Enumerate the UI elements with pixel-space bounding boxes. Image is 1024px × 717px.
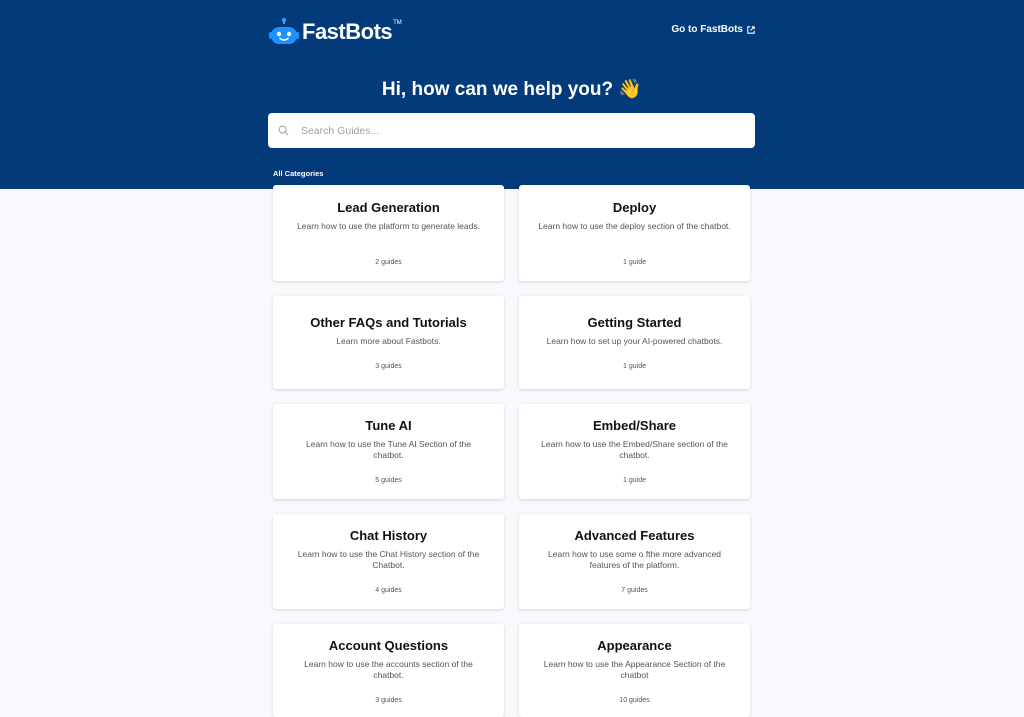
search-icon [278, 125, 289, 136]
category-card-deploy[interactable]: Deploy Learn how to use the deploy secti… [519, 185, 750, 281]
category-card-other-faqs[interactable]: Other FAQs and Tutorials Learn more abou… [273, 296, 504, 389]
category-title: Tune AI [365, 418, 412, 433]
category-title: Appearance [597, 638, 672, 653]
page-headline: Hi, how can we help you? 👋 [381, 79, 643, 100]
category-guide-count: 5 guides [375, 477, 402, 484]
category-title: Advanced Features [574, 528, 695, 543]
category-guide-count: 1 guide [623, 259, 646, 266]
category-card-embed-share[interactable]: Embed/Share Learn how to use the Embed/S… [519, 404, 750, 499]
category-title: Account Questions [328, 638, 449, 653]
category-guide-count: 10 guides [619, 697, 650, 704]
category-title: Other FAQs and Tutorials [310, 315, 467, 330]
trademark-mark: TM [393, 20, 402, 26]
category-description: Learn how to use the Tune AI Section of … [306, 439, 471, 460]
category-card-tune-ai[interactable]: Tune AI Learn how to use the Tune AI Sec… [273, 404, 504, 499]
logo-text-bots: Bots [345, 19, 393, 44]
category-title: Deploy [612, 200, 657, 215]
category-description: Learn how to use the Chat History sectio… [297, 549, 480, 570]
category-card-account-questions[interactable]: Account Questions Learn how to use the a… [273, 624, 504, 717]
robot-logo-icon [269, 18, 299, 44]
category-card-lead-generation[interactable]: Lead Generation Learn how to use the pla… [273, 185, 504, 281]
category-card-chat-history[interactable]: Chat History Learn how to use the Chat H… [273, 514, 504, 609]
category-description: Learn how to use some o fthe more advanc… [548, 549, 721, 570]
category-description: Learn how to use the accounts section of… [304, 659, 473, 680]
category-description: Learn more about Fastbots. [336, 336, 441, 346]
logo-text-fast: Fast [302, 19, 346, 44]
category-guide-count: 4 guides [375, 587, 402, 594]
category-description: Learn how to set up your AI-powered chat… [546, 336, 723, 346]
category-guide-count: 1 guide [623, 477, 646, 484]
category-title: Getting Started [587, 315, 682, 330]
search-input[interactable] [299, 123, 743, 138]
logo-text: FastBots [302, 19, 393, 45]
category-guide-count: 3 guides [375, 697, 402, 704]
go-to-fastbots-link[interactable]: Go to FastBots [671, 24, 755, 35]
category-description: Learn how to use the deploy section of t… [538, 221, 731, 231]
category-description: Learn how to use the Appearance Section … [543, 659, 726, 680]
category-title: Lead Generation [337, 200, 440, 215]
category-guide-count: 2 guides [375, 259, 402, 266]
header-banner: FastBots TM Go to FastBots Hi, how can w… [0, 0, 1024, 189]
category-guide-count: 7 guides [621, 587, 648, 594]
category-card-getting-started[interactable]: Getting Started Learn how to set up your… [519, 296, 750, 389]
category-title: Embed/Share [592, 418, 677, 433]
external-link-icon [747, 25, 755, 34]
category-description: Learn how to use the Embed/Share section… [541, 439, 728, 460]
category-card-appearance[interactable]: Appearance Learn how to use the Appearan… [519, 624, 750, 717]
all-categories-breadcrumb[interactable]: All Categories [273, 169, 323, 178]
category-description: Learn how to use the platform to generat… [297, 221, 480, 231]
search-bar[interactable] [268, 113, 755, 148]
category-guide-count: 3 guides [375, 363, 402, 370]
fastbots-logo[interactable]: FastBots TM [269, 15, 402, 49]
go-to-fastbots-label: Go to FastBots [671, 24, 743, 35]
category-card-advanced-features[interactable]: Advanced Features Learn how to use some … [519, 514, 750, 609]
category-guide-count: 1 guide [623, 363, 646, 370]
category-title: Chat History [349, 528, 428, 543]
